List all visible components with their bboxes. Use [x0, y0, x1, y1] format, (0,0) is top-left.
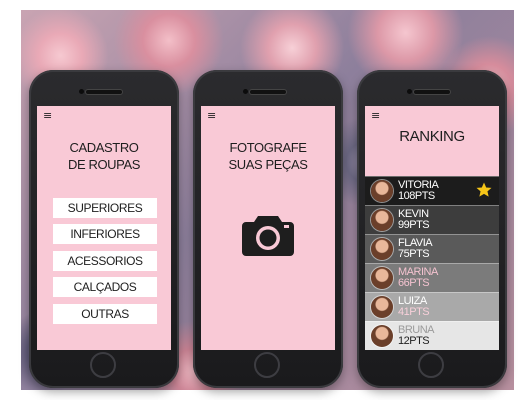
camera-icon[interactable]	[242, 212, 294, 256]
home-button[interactable]	[418, 352, 444, 378]
avatar	[371, 325, 393, 347]
fotografe-title: FOTOGRAFE SUAS PEÇAS	[201, 139, 335, 173]
menu-icon[interactable]: ≡	[43, 110, 52, 121]
phone-cadastro: ≡ CADASTRO DE ROUPAS SUPERIORES INFERIOR…	[29, 70, 179, 388]
category-button-superiores[interactable]: SUPERIORES	[53, 198, 157, 218]
category-button-inferiores[interactable]: INFERIORES	[53, 224, 157, 244]
cadastro-title-line2: DE ROUPAS	[67, 157, 140, 172]
screen-fotografe: ≡ FOTOGRAFE SUAS PEÇAS	[201, 106, 335, 350]
earpiece-speaker	[414, 90, 450, 94]
ranking-points: 41PTS	[398, 306, 430, 318]
ranking-header: ≡ RANKING	[365, 106, 499, 176]
ranking-row[interactable]: KEVIN 99PTS	[365, 205, 499, 234]
menu-icon[interactable]: ≡	[207, 110, 216, 121]
cadastro-title: CADASTRO DE ROUPAS	[37, 139, 171, 173]
ranking-row[interactable]: FLAVIA 75PTS	[365, 234, 499, 263]
ranking-points: 108PTS	[398, 190, 435, 202]
phone-ranking: ≡ RANKING VITORIA 108PTS KEVIN 99PTS FLAVIA 7…	[357, 70, 507, 388]
fotografe-title-line1: FOTOGRAFE	[229, 140, 307, 155]
home-button[interactable]	[90, 352, 116, 378]
ranking-points: 66PTS	[398, 277, 430, 289]
avatar	[371, 296, 393, 318]
cadastro-title-line1: CADASTRO	[69, 140, 139, 155]
ranking-row[interactable]: VITORIA 108PTS	[365, 176, 499, 205]
avatar	[371, 209, 393, 231]
screen-cadastro: ≡ CADASTRO DE ROUPAS SUPERIORES INFERIOR…	[37, 106, 171, 350]
earpiece-speaker	[86, 90, 122, 94]
fotografe-title-line2: SUAS PEÇAS	[228, 157, 308, 172]
avatar	[371, 180, 393, 202]
ranking-row[interactable]: BRUNA 12PTS	[365, 321, 499, 350]
category-button-acessorios[interactable]: ACESSORIOS	[53, 251, 157, 271]
phone-fotografe: ≡ FOTOGRAFE SUAS PEÇAS	[193, 70, 343, 388]
ranking-points: 12PTS	[398, 335, 430, 347]
category-button-calcados[interactable]: CALÇADOS	[53, 277, 157, 297]
ranking-points: 99PTS	[398, 219, 430, 231]
ranking-row[interactable]: MARINA 66PTS	[365, 263, 499, 292]
front-camera	[243, 89, 248, 94]
category-button-outras[interactable]: OUTRAS	[53, 304, 157, 324]
menu-icon[interactable]: ≡	[371, 110, 380, 121]
avatar	[371, 238, 393, 260]
ranking-row[interactable]: LUIZA 41PTS	[365, 292, 499, 321]
screen-ranking: ≡ RANKING VITORIA 108PTS KEVIN 99PTS FLAVIA 7…	[365, 106, 499, 350]
front-camera	[79, 89, 84, 94]
earpiece-speaker	[250, 90, 286, 94]
front-camera	[407, 89, 412, 94]
star-icon	[476, 182, 492, 197]
home-button[interactable]	[254, 352, 280, 378]
ranking-points: 75PTS	[398, 248, 430, 260]
avatar	[371, 267, 393, 289]
ranking-title: RANKING	[399, 128, 465, 145]
